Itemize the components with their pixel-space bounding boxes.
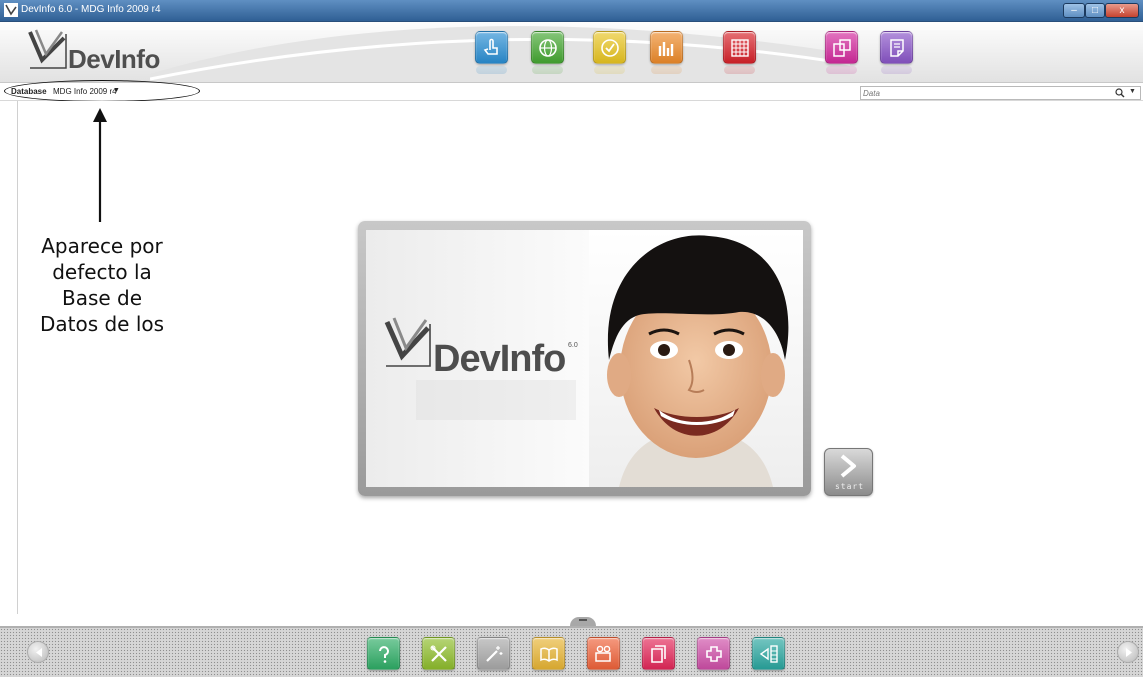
- splash-logo-panel: DevInfo 6.0: [366, 230, 589, 487]
- video-camera-icon: [595, 645, 611, 662]
- toolbar-button-check[interactable]: [593, 31, 626, 74]
- start-label: start: [834, 482, 865, 491]
- logo-mark-icon: [28, 29, 67, 69]
- logo-text: DevInfo: [68, 44, 160, 74]
- bar-chart-icon: [658, 42, 674, 56]
- search-dropdown-icon[interactable]: ▼: [1129, 88, 1136, 95]
- title-bar: DevInfo 6.0 - MDG Info 2009 r4 – □ x: [0, 0, 1143, 22]
- devinfo-window: DevInfo 6.0 - MDG Info 2009 r4 – □ x Dev…: [0, 0, 1143, 677]
- annotation-arrow-icon: [93, 108, 107, 222]
- annotation-line: Datos de los: [39, 312, 165, 336]
- dock-button-help[interactable]: [367, 637, 400, 670]
- layers-icon: [833, 39, 851, 57]
- devinfo-logo: DevInfo: [28, 28, 188, 74]
- splash-logo-text: DevInfo: [433, 338, 566, 380]
- app-icon: [4, 3, 18, 17]
- toolbar-button-map[interactable]: [531, 31, 564, 74]
- main-toolbar: DevInfo: [0, 22, 1143, 83]
- splash-logo-mark-icon: [384, 317, 431, 367]
- grid-table-icon: [731, 39, 749, 57]
- dock-button-wizard[interactable]: [477, 637, 510, 670]
- maximize-button[interactable]: □: [1085, 3, 1105, 18]
- annotation-ellipse: [4, 80, 200, 102]
- dock-button-share[interactable]: [752, 637, 785, 670]
- chevron-right-icon: [840, 454, 856, 478]
- puzzle-icon: [706, 646, 722, 662]
- minimize-button[interactable]: –: [1063, 3, 1085, 18]
- dock-next-button[interactable]: [1117, 641, 1139, 663]
- dock-button-book[interactable]: [532, 637, 565, 670]
- arrow-left-icon: [36, 648, 42, 657]
- splash-version: 6.0: [568, 342, 578, 349]
- dock-button-plugin[interactable]: [697, 637, 730, 670]
- toolbar-button-chart[interactable]: [650, 31, 683, 74]
- search-box: ▼: [860, 86, 1141, 100]
- globe-icon: [539, 39, 557, 57]
- toolbar-button-select[interactable]: [475, 31, 508, 74]
- toolbar-button-report[interactable]: [880, 31, 913, 74]
- start-button[interactable]: start: [824, 448, 873, 496]
- dock-button-pages[interactable]: [642, 637, 675, 670]
- dock-prev-button[interactable]: [27, 641, 49, 663]
- toolbar-button-layers[interactable]: [825, 31, 858, 74]
- splash-reflection: [416, 380, 576, 420]
- toolbar-button-table[interactable]: [723, 31, 756, 74]
- window-title: DevInfo 6.0 - MDG Info 2009 r4: [21, 4, 161, 15]
- splash-panel: DevInfo 6.0: [366, 230, 803, 487]
- arrow-right-icon: [1126, 648, 1132, 657]
- close-button[interactable]: x: [1105, 3, 1139, 18]
- share-list-icon: [759, 645, 778, 663]
- document-edit-icon: [890, 39, 904, 57]
- search-icon[interactable]: [1115, 88, 1125, 98]
- book-icon: [540, 647, 558, 662]
- hand-pointer-icon: [483, 38, 498, 55]
- magic-wand-icon: [486, 646, 503, 662]
- pages-icon: [651, 645, 666, 663]
- bottom-dock: [0, 626, 1143, 677]
- dock-collapse-handle[interactable]: [570, 617, 596, 626]
- search-input[interactable]: [863, 87, 1113, 99]
- dock-button-tools[interactable]: [422, 637, 455, 670]
- annotation-line: Base de: [61, 286, 143, 310]
- annotation-text: Aparece por defecto la Base de Datos de …: [22, 233, 182, 337]
- help-icon: [379, 646, 389, 663]
- tools-icon: [430, 645, 447, 662]
- child-photo: [589, 230, 803, 487]
- dock-button-video[interactable]: [587, 637, 620, 670]
- check-circle-icon: [601, 39, 619, 57]
- annotation-line: defecto la: [52, 260, 152, 284]
- annotation-line: Aparece por: [41, 234, 163, 258]
